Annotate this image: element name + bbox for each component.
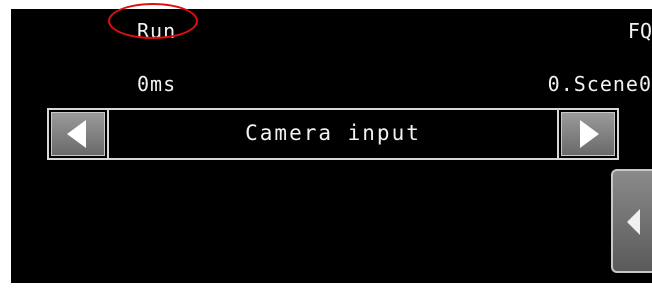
next-item-button[interactable] xyxy=(561,112,615,156)
triangle-left-icon xyxy=(627,209,640,235)
item-navigator: Camera input xyxy=(47,108,619,160)
navigator-divider xyxy=(557,110,559,158)
scene-label: 0.Scene0 xyxy=(547,72,652,96)
navigator-title: Camera input xyxy=(245,121,421,145)
highlight-annotation xyxy=(108,3,198,39)
triangle-left-icon xyxy=(67,120,86,148)
device-screen: Run FQ 0ms 0.Scene0 Camera input xyxy=(11,9,652,283)
processing-time-label: 0ms xyxy=(137,72,177,96)
triangle-right-icon xyxy=(580,120,599,148)
previous-item-button[interactable] xyxy=(51,112,105,156)
product-label: FQ xyxy=(627,19,652,43)
side-panel-toggle[interactable] xyxy=(611,169,652,273)
